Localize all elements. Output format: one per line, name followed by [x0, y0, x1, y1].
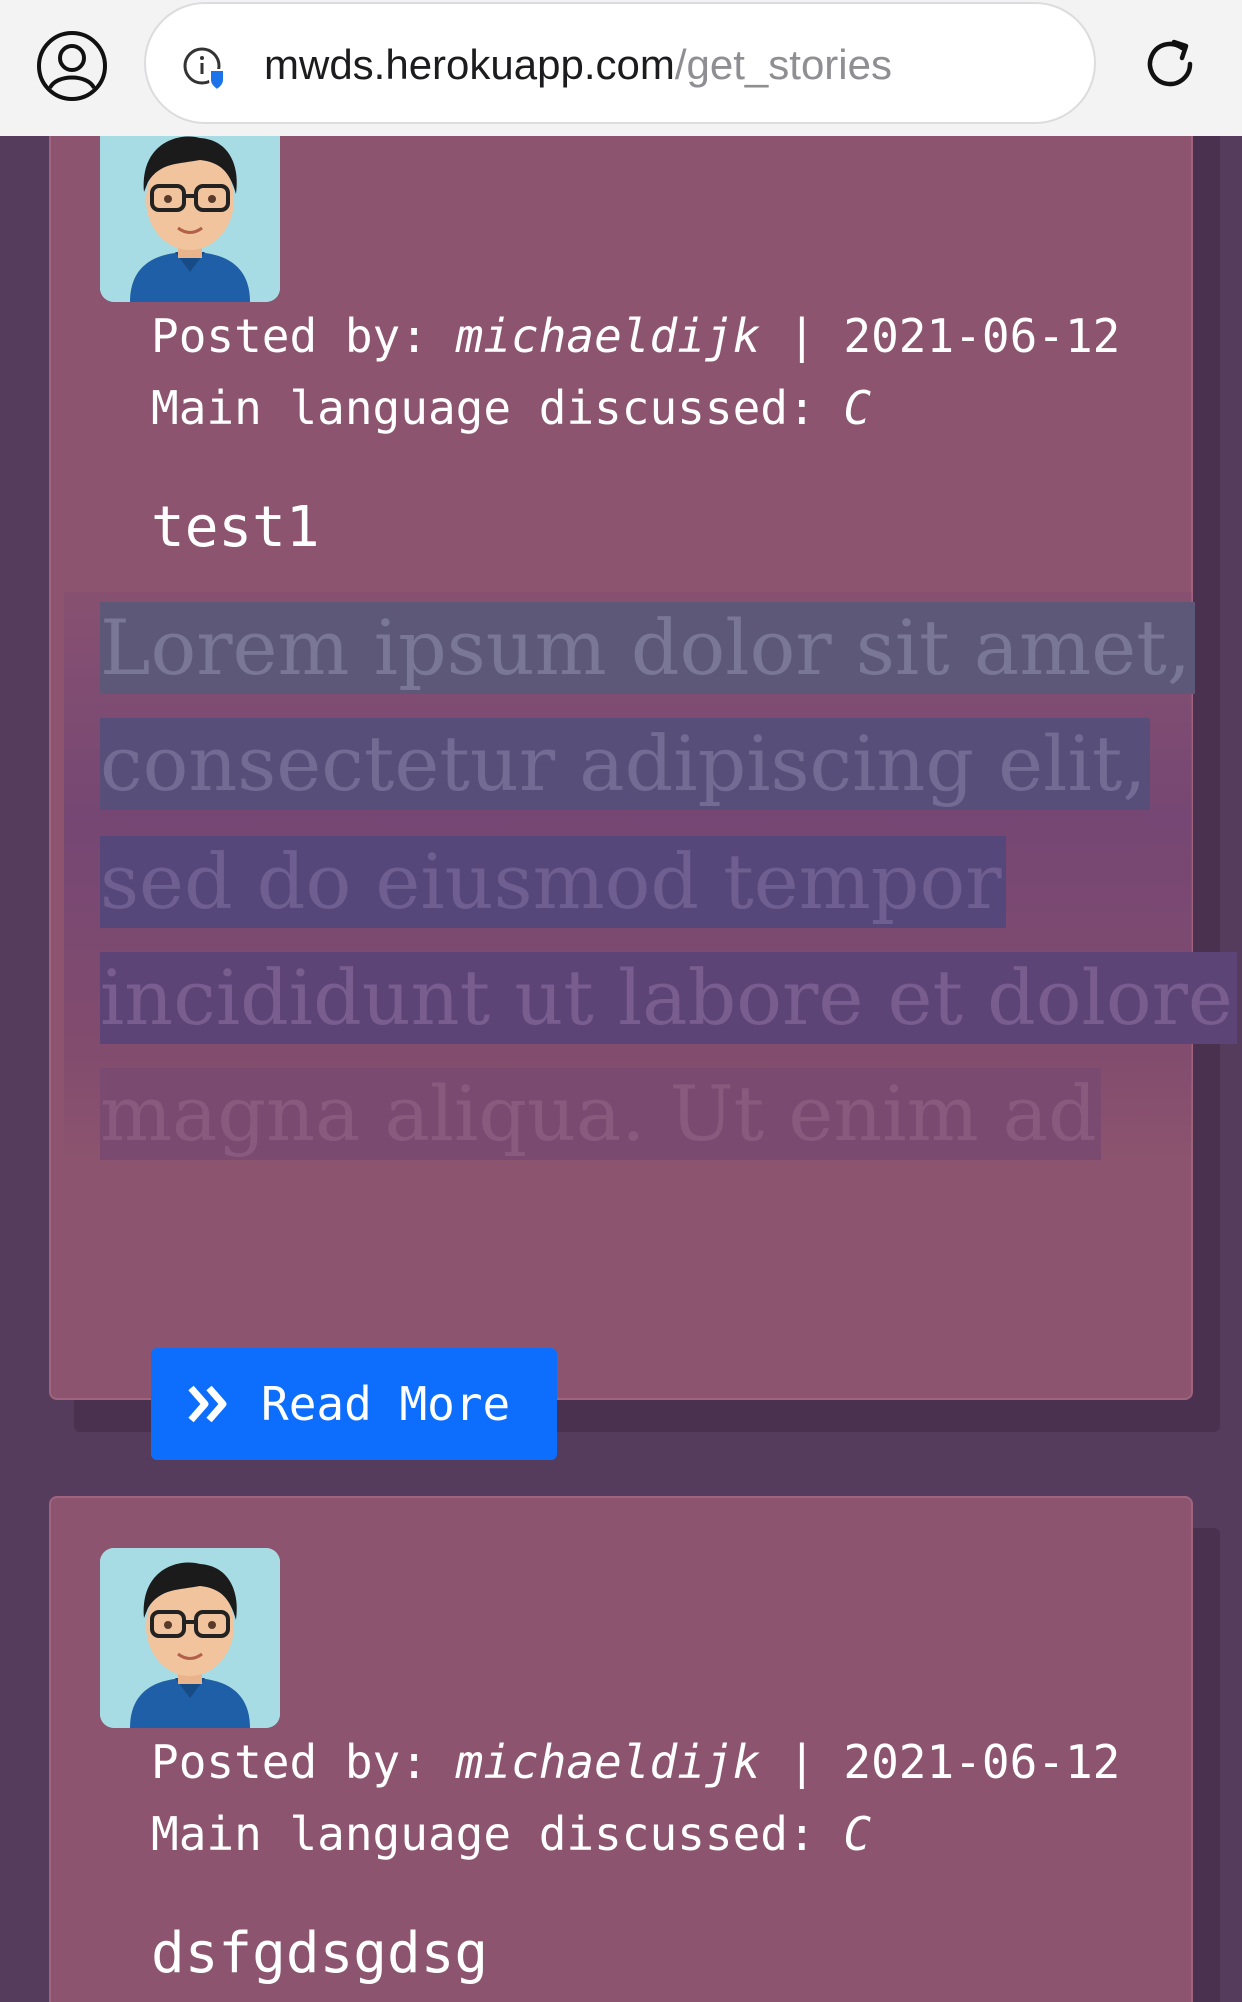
post-date: 2021-06-12 [843, 1735, 1121, 1789]
posted-by-line: Posted by: michaeldijk | 2021-06-12 [151, 1734, 1120, 1790]
url-domain: mwds.herokuapp.com [264, 41, 675, 88]
story-excerpt: Lorem ipsum dolor sit amet, consectetur … [64, 592, 1237, 1162]
url-text[interactable]: mwds.herokuapp.com/get_stories [264, 40, 892, 90]
excerpt-line: sed do eiusmod tempor [100, 836, 1006, 928]
story-title: dsfgdsgdsg [151, 1921, 489, 1986]
excerpt-line: consectetur adipiscing elit, [100, 718, 1151, 810]
avatar-illustration [100, 1548, 280, 1728]
excerpt-line: Lorem ipsum dolor sit amet, [100, 602, 1195, 694]
author-avatar [100, 1548, 280, 1728]
story-card: Posted by: michaeldijk | 2021-06-12 Main… [49, 1496, 1193, 2002]
reload-icon[interactable] [1138, 32, 1202, 96]
posted-by-label: Posted by: [151, 309, 428, 363]
site-info-icon[interactable] [182, 46, 228, 92]
language-line: Main language discussed: C [151, 380, 871, 436]
language-label: Main language discussed: [151, 1807, 816, 1861]
browser-toolbar: mwds.herokuapp.com/get_stories [0, 0, 1242, 136]
language-value: C [843, 381, 872, 435]
read-more-label: Read More [261, 1377, 511, 1431]
profile-icon[interactable] [36, 30, 108, 102]
url-path: /get_stories [674, 41, 892, 88]
language-value: C [843, 1807, 872, 1861]
excerpt-line: incididunt ut labore et dolore [100, 952, 1237, 1044]
double-chevron-right-icon [188, 1385, 227, 1423]
post-date: 2021-06-12 [843, 309, 1121, 363]
story-title: test1 [151, 495, 320, 560]
avatar-illustration [100, 112, 280, 302]
excerpt-line: magna aliqua. Ut enim ad [100, 1068, 1101, 1160]
posted-by-line: Posted by: michaeldijk | 2021-06-12 [151, 308, 1120, 364]
read-more-button[interactable]: Read More [151, 1348, 557, 1460]
meta-separator: | [788, 1735, 816, 1789]
address-bar[interactable]: mwds.herokuapp.com/get_stories [144, 2, 1096, 124]
meta-separator: | [788, 309, 816, 363]
language-line: Main language discussed: C [151, 1806, 871, 1862]
language-label: Main language discussed: [151, 381, 816, 435]
author-link[interactable]: michaeldijk [456, 1735, 761, 1789]
author-link[interactable]: michaeldijk [456, 309, 761, 363]
posted-by-label: Posted by: [151, 1735, 428, 1789]
author-avatar [100, 112, 280, 302]
